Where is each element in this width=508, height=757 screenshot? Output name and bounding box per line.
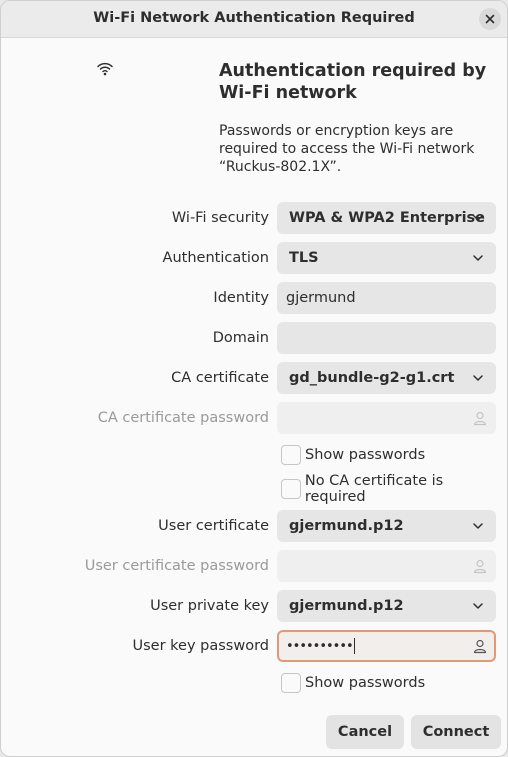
chevron-down-icon	[473, 603, 483, 609]
wifi-security-value: WPA & WPA2 Enterprise	[289, 210, 486, 226]
no-ca-required-row[interactable]: No CA certificate is required	[281, 473, 507, 505]
ca-certificate-password-input	[277, 402, 496, 434]
authentication-value: TLS	[289, 250, 319, 266]
show-passwords-key-label: Show passwords	[305, 675, 426, 691]
no-ca-required-checkbox[interactable]	[281, 479, 301, 499]
wifi-security-dropdown[interactable]: WPA & WPA2 Enterprise	[277, 202, 496, 234]
show-passwords-ca-row[interactable]: Show passwords	[281, 444, 425, 466]
user-certificate-password-label: User certificate password	[84, 558, 269, 574]
chevron-down-icon	[473, 375, 483, 381]
authentication-dropdown[interactable]: TLS	[277, 242, 496, 274]
person-icon[interactable]	[472, 638, 488, 654]
ca-certificate-label: CA certificate	[171, 370, 269, 386]
person-icon	[473, 411, 487, 426]
wifi-security-label: Wi-Fi security	[171, 210, 269, 226]
authentication-label: Authentication	[162, 250, 269, 266]
user-certificate-label: User certificate	[158, 518, 269, 534]
show-passwords-ca-checkbox[interactable]	[281, 445, 301, 465]
user-key-password-label: User key password	[132, 638, 270, 654]
text-caret	[353, 638, 355, 654]
chevron-down-icon	[473, 523, 483, 529]
ca-certificate-dropdown[interactable]: gd_bundle-g2-g1.crt	[277, 362, 496, 394]
close-icon	[485, 14, 495, 24]
user-private-key-value: gjermund.p12	[289, 598, 404, 614]
user-key-password-value: ••••••••••	[286, 639, 354, 654]
connect-button[interactable]: Connect	[411, 715, 501, 749]
user-certificate-value: gjermund.p12	[289, 518, 404, 534]
chevron-down-icon	[473, 255, 483, 261]
user-certificate-dropdown[interactable]: gjermund.p12	[277, 510, 496, 542]
show-passwords-key-row[interactable]: Show passwords	[281, 672, 425, 694]
auth-dialog: Wi-Fi Network Authentication Required Au…	[0, 0, 508, 757]
user-private-key-label: User private key	[150, 598, 269, 614]
identity-label: Identity	[213, 290, 269, 306]
window-title: Wi-Fi Network Authentication Required	[93, 10, 415, 26]
wifi-icon	[97, 62, 113, 76]
user-private-key-dropdown[interactable]: gjermund.p12	[277, 590, 496, 622]
dialog-description: Passwords or encryption keys are require…	[219, 123, 475, 175]
identity-value: gjermund	[286, 290, 356, 306]
user-certificate-password-input	[277, 550, 496, 582]
close-button[interactable]	[479, 8, 501, 30]
dialog-heading: Authentication required by Wi-Fi network	[219, 61, 487, 103]
ca-certificate-value: gd_bundle-g2-g1.crt	[289, 370, 455, 386]
user-key-password-input[interactable]: ••••••••••	[277, 630, 496, 662]
show-passwords-key-checkbox[interactable]	[281, 673, 301, 693]
person-icon	[473, 559, 487, 574]
show-passwords-ca-label: Show passwords	[305, 447, 426, 463]
domain-label: Domain	[212, 330, 269, 346]
cancel-button[interactable]: Cancel	[326, 715, 404, 749]
chevron-down-icon	[473, 215, 483, 221]
identity-input[interactable]: gjermund	[277, 282, 496, 314]
title-bar: Wi-Fi Network Authentication Required	[1, 1, 507, 38]
domain-input[interactable]	[277, 322, 496, 354]
no-ca-required-label: No CA certificate is required	[304, 473, 444, 505]
ca-certificate-password-label: CA certificate password	[97, 410, 269, 426]
